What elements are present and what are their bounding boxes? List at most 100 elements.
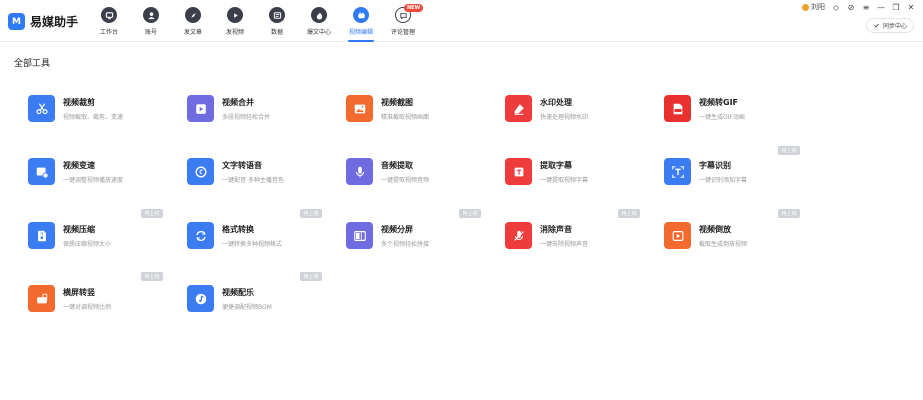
- compress-icon: [28, 222, 55, 249]
- split-screen-icon: [346, 222, 373, 249]
- pending-badge: 待上线: [141, 209, 163, 218]
- minimize-icon[interactable]: —: [877, 3, 885, 12]
- pending-badge: 待上线: [300, 272, 322, 281]
- tool-desc: 精准截取视频画面: [381, 114, 430, 121]
- tool-desc: 一键调整视频播放速度: [63, 177, 124, 184]
- user-name: 刘阳: [811, 3, 825, 11]
- nav-label: 视频编辑: [348, 29, 373, 36]
- tool-video-music[interactable]: 视频配乐 便捷调配视频BGM: [187, 285, 337, 325]
- close-icon[interactable]: ✕: [907, 3, 915, 12]
- shield-icon[interactable]: ◇: [832, 3, 840, 12]
- logo-mark: M: [8, 13, 25, 30]
- nav-item-data[interactable]: 数据: [256, 7, 298, 36]
- top-bar: M 易媒助手 工作台 账号 发文章 发视频 数据 爆文中心 视频编辑 NEW 评…: [0, 0, 923, 42]
- account-icon: [143, 7, 159, 23]
- tool-video-reverse[interactable]: 视频倒放 截取生成倒放视频: [664, 222, 814, 262]
- tool-desc: 截取生成倒放视频: [699, 241, 748, 248]
- nav-label: 爆文中心: [306, 29, 331, 36]
- nav-item-hot-articles[interactable]: 爆文中心: [298, 7, 340, 36]
- pending-badge: 待上线: [618, 209, 640, 218]
- tool-desc: 多段视频轻松合并: [222, 114, 271, 121]
- tool-video-compress[interactable]: 视频压缩 保质压缩视频大小: [28, 222, 178, 262]
- crown-icon: [802, 3, 809, 11]
- tool-text-to-speech[interactable]: 文字转语音 一键配音 多种主播音色: [187, 158, 337, 198]
- restore-icon[interactable]: ❐: [892, 3, 900, 12]
- tool-name: 视频转GIF: [699, 98, 739, 107]
- tool-split-screen[interactable]: 视频分屏 多个视频轻松拼接: [346, 222, 496, 262]
- tool-name: 格式转换: [222, 225, 254, 234]
- screenshot-icon: [346, 95, 373, 122]
- tool-desc: 一键识别添加字幕: [699, 177, 748, 184]
- dashboard-icon: [101, 7, 117, 23]
- main-nav: 工作台 账号 发文章 发视频 数据 爆文中心 视频编辑 NEW 评论管理: [88, 4, 424, 42]
- tool-desc: 一键提取视频字幕: [540, 177, 589, 184]
- tool-landscape-to-portrait[interactable]: 横屏转竖 一键对调视频比例: [28, 285, 178, 325]
- fire-icon: [311, 7, 327, 23]
- tool-name: 提取字幕: [540, 161, 572, 170]
- tool-desc: 一键配音 多种主播音色: [222, 177, 284, 184]
- tool-subtitle-extract[interactable]: 提取字幕 一键提取视频字幕: [505, 158, 655, 198]
- text-recognize-icon: [664, 158, 691, 185]
- tool-video-merge[interactable]: 视频合并 多段视频轻松合并: [187, 95, 337, 135]
- mute-icon: [505, 222, 532, 249]
- nav-item-post-article[interactable]: 发文章: [172, 7, 214, 36]
- tool-desc: 一键提取视频音频: [381, 177, 430, 184]
- nav-item-account[interactable]: 账号: [130, 7, 172, 36]
- gif-icon: [664, 95, 691, 122]
- app-logo: M 易媒助手: [8, 13, 78, 30]
- tool-name: 音频提取: [381, 161, 413, 170]
- pending-badge: 待上线: [300, 209, 322, 218]
- tool-desc: 一键转换多种视频格式: [222, 241, 283, 248]
- tool-name: 视频变速: [63, 161, 95, 170]
- new-badge: NEW: [404, 4, 424, 12]
- tool-video-screenshot[interactable]: 视频截图 精准截取视频画面: [346, 95, 496, 135]
- tool-subtitle-recognize[interactable]: 字幕识别 一键识别添加字幕: [664, 158, 814, 198]
- tool-desc: 视频截取、裁剪、变速: [63, 114, 124, 121]
- nav-item-comments[interactable]: NEW 评论管理: [382, 4, 424, 36]
- nav-item-post-video[interactable]: 发视频: [214, 7, 256, 36]
- tool-desc: 快速处理视频水印: [540, 114, 589, 121]
- tool-name: 视频分屏: [381, 225, 413, 234]
- nav-item-workbench[interactable]: 工作台: [88, 7, 130, 36]
- tool-name: 水印处理: [540, 98, 572, 107]
- tool-name: 文字转语音: [222, 161, 262, 170]
- section-title: 全部工具: [14, 59, 51, 69]
- tool-format-convert[interactable]: 格式转换 一键转换多种视频格式: [187, 222, 337, 262]
- nav-label: 发文章: [183, 29, 202, 36]
- tool-name: 视频截图: [381, 98, 413, 107]
- play-icon: [227, 7, 243, 23]
- tool-desc: 便捷调配视频BGM: [222, 304, 272, 311]
- nav-item-video-edit[interactable]: 视频编辑: [340, 7, 382, 42]
- app-title: 易媒助手: [30, 15, 79, 29]
- reverse-icon: [664, 222, 691, 249]
- tool-name: 横屏转竖: [63, 288, 95, 297]
- tag-icon[interactable]: ⊘: [847, 3, 855, 12]
- tool-desc: 多个视频轻松拼接: [381, 241, 430, 248]
- tool-video-crop[interactable]: 视频裁剪 视频截取、裁剪、变速: [28, 95, 178, 135]
- scissors-icon: [28, 95, 55, 122]
- text-speech-icon: [187, 158, 214, 185]
- tool-audio-extract[interactable]: 音频提取 一键提取视频音频: [346, 158, 496, 198]
- nav-label: 发视频: [225, 29, 244, 36]
- compass-icon: [185, 7, 201, 23]
- user-menu[interactable]: 刘阳: [802, 2, 825, 12]
- sync-center-button[interactable]: 同步中心: [865, 18, 914, 33]
- pending-badge: 待上线: [141, 272, 163, 281]
- rotate-icon: [28, 285, 55, 312]
- speed-icon: [28, 158, 55, 185]
- tool-video-to-gif[interactable]: 视频转GIF 一键生成GIF动画: [664, 95, 814, 135]
- data-icon: [269, 7, 285, 23]
- subtitle-icon: [505, 158, 532, 185]
- tool-video-speed[interactable]: 视频变速 一键调整视频播放速度: [28, 158, 178, 198]
- tool-name: 消除声音: [540, 225, 572, 234]
- music-icon: [187, 285, 214, 312]
- tool-remove-sound[interactable]: 消除声音 一键去除视频声音: [505, 222, 655, 262]
- pending-badge: 待上线: [778, 209, 800, 218]
- pending-badge: 待上线: [459, 209, 481, 218]
- sync-label: 同步中心: [882, 23, 907, 30]
- menu-icon[interactable]: ≡: [862, 3, 870, 12]
- tool-desc: 保质压缩视频大小: [63, 241, 112, 248]
- tool-watermark[interactable]: 水印处理 快速处理视频水印: [505, 95, 655, 135]
- merge-icon: [187, 95, 214, 122]
- tool-desc: 一键去除视频声音: [540, 241, 589, 248]
